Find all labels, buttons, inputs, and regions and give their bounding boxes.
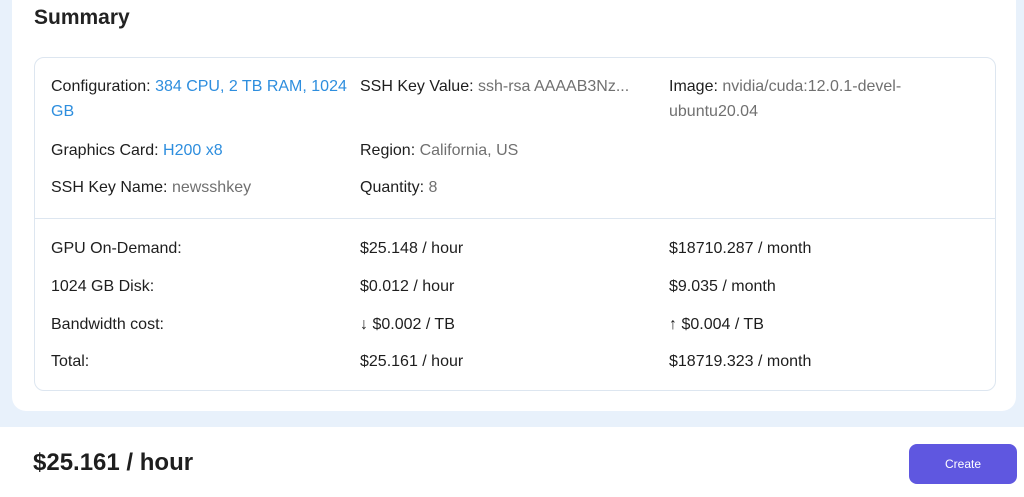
cost-row-label: Bandwidth cost: [51, 316, 164, 333]
quantity-value: 8 [428, 179, 438, 196]
cost-row-hour: $25.148 / hour [360, 240, 464, 257]
cost-row-hour: $25.161 / hour [360, 353, 464, 370]
total-price: $25.161 / hour [33, 449, 194, 476]
image-field: Image: nvidia/cuda:12.0.1-devel-ubuntu20… [669, 74, 939, 124]
cost-row-month: $18710.287 / month [669, 240, 812, 257]
ssh-key-name-label: SSH Key Name: [51, 179, 172, 196]
quantity-field: Quantity: 8 [360, 175, 437, 200]
footer-bar: $25.161 / hour Create [0, 427, 1024, 497]
graphics-card-label: Graphics Card: [51, 142, 164, 159]
ssh-key-name-value: newsshkey [171, 179, 252, 196]
graphics-card-field: Graphics Card: H200 x8 [51, 138, 223, 163]
ssh-key-value-field: SSH Key Value: ssh-rsa AAAAB3Nz... [360, 74, 660, 99]
cost-row-label: GPU On-Demand: [51, 240, 182, 257]
summary-title: Summary [34, 6, 130, 29]
ssh-key-name-field: SSH Key Name: newsshkey [51, 175, 251, 200]
create-button[interactable]: Create [909, 444, 1017, 484]
cost-row-label: 1024 GB Disk: [51, 278, 155, 295]
cost-row-month: ↑ $0.004 / TB [669, 316, 764, 333]
summary-divider [35, 218, 995, 219]
cost-row-month: $18719.323 / month [669, 353, 812, 370]
quantity-label: Quantity: [360, 179, 429, 196]
cost-row-month: $9.035 / month [669, 278, 776, 295]
graphics-card-value: H200 x8 [163, 142, 223, 159]
configuration-field: Configuration: 384 CPU, 2 TB RAM, 1024 G… [51, 74, 361, 124]
ssh-key-value-value: ssh-rsa AAAAB3Nz... [477, 78, 630, 95]
summary-panel: Summary Configuration: 384 CPU, 2 TB RAM… [12, 0, 1016, 411]
configuration-label: Configuration: [51, 78, 156, 95]
cost-row-hour: ↓ $0.002 / TB [360, 316, 455, 333]
cost-row-hour: $0.012 / hour [360, 278, 455, 295]
cost-row-label: Total: [51, 353, 90, 370]
summary-card: Configuration: 384 CPU, 2 TB RAM, 1024 G… [34, 57, 996, 391]
region-label: Region: [360, 142, 420, 159]
region-field: Region: California, US [360, 138, 518, 163]
region-value: California, US [419, 142, 519, 159]
image-label: Image: [669, 78, 723, 95]
ssh-key-value-label: SSH Key Value: [360, 78, 478, 95]
